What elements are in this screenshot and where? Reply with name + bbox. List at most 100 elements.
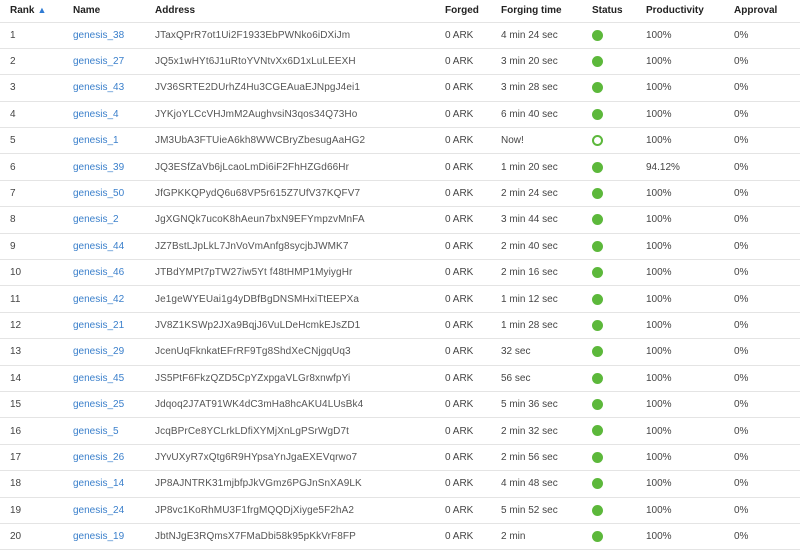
- delegate-name-link[interactable]: genesis_14: [73, 478, 124, 489]
- address-cell: JV8Z1KSWp2JXa9BqjJ6VuLDeHcmkEJsZD1: [155, 312, 445, 340]
- address-cell: JcqBPrCe8YCLrkLDfiXYMjXnLgPSrWgD7t: [155, 417, 445, 445]
- forging-time-cell: Now!: [501, 127, 592, 155]
- status-cell: [592, 497, 646, 524]
- productivity-cell: 100%: [646, 365, 734, 392]
- rank-cell: 7: [0, 180, 73, 208]
- status-waiting-icon: [592, 135, 603, 147]
- delegate-name-link[interactable]: genesis_19: [73, 531, 124, 542]
- approval-column-header[interactable]: Approval: [734, 0, 800, 23]
- name-cell: genesis_50: [73, 180, 155, 208]
- forged-cell: 0 ARK: [445, 74, 501, 102]
- rank-header-label: Rank: [10, 5, 35, 17]
- approval-cell: 0%: [734, 417, 800, 445]
- status-forging-icon: [592, 240, 603, 252]
- delegate-name-link[interactable]: genesis_29: [73, 346, 124, 357]
- delegate-name-link[interactable]: genesis_2: [73, 214, 119, 225]
- delegate-name-link[interactable]: genesis_5: [73, 426, 119, 437]
- status-cell: [592, 233, 646, 261]
- delegate-address: JS5PtF6FkzQZD5CpYZxpgaVLGr8xnwfpYi: [155, 372, 351, 384]
- forging-time-cell: 2 min 56 sec: [501, 444, 592, 472]
- table-row: 2 genesis_27 JQ5x1wHYt6J1uRtoYVNtvXx6D1x…: [0, 48, 800, 76]
- delegate-name-link[interactable]: genesis_44: [73, 241, 124, 252]
- address-cell: JgXGNQk7ucoK8hAeun7bxN9EFYmpzvMnFA: [155, 206, 445, 234]
- forging-time-cell: 2 min 32 sec: [501, 417, 592, 445]
- delegate-name-link[interactable]: genesis_42: [73, 294, 124, 305]
- delegate-address: JcenUqFknkatEFrRF9Tg8ShdXeCNjgqUq3: [155, 346, 351, 358]
- rank-cell: 4: [0, 101, 73, 129]
- status-forging-icon: [592, 451, 603, 463]
- status-cell: [592, 391, 646, 419]
- delegate-name-link[interactable]: genesis_4: [73, 109, 119, 120]
- productivity-cell: 100%: [646, 101, 734, 129]
- rank-column-header[interactable]: Rank ▲: [0, 0, 73, 23]
- forged-cell: 0 ARK: [445, 417, 501, 445]
- delegate-address: JYvUXyR7xQtg6R9HYpsaYnJgaEXEVqrwo7: [155, 451, 358, 463]
- delegate-name-link[interactable]: genesis_25: [73, 399, 124, 410]
- name-cell: genesis_2: [73, 206, 155, 234]
- approval-cell: 0%: [734, 127, 800, 155]
- approval-cell: 0%: [734, 22, 800, 49]
- delegate-address: JV8Z1KSWp2JXa9BqjJ6VuLDeHcmkEJsZD1: [155, 319, 361, 331]
- delegate-name-link[interactable]: genesis_45: [73, 373, 124, 384]
- forged-column-header[interactable]: Forged: [445, 0, 501, 23]
- address-column-header[interactable]: Address: [155, 0, 445, 23]
- rank-cell: 16: [0, 417, 73, 445]
- status-forging-icon: [592, 293, 603, 305]
- header-row: Rank ▲ Name Address Forged Forging time S…: [0, 0, 800, 23]
- delegate-name-link[interactable]: genesis_1: [73, 135, 119, 146]
- status-cell: [592, 22, 646, 49]
- rank-cell: 11: [0, 285, 73, 313]
- approval-cell: 0%: [734, 338, 800, 366]
- delegate-address: Je1geWYEUai1g4yDBfBgDNSMHxiTtEEPXa: [155, 293, 360, 305]
- delegate-name-link[interactable]: genesis_24: [73, 505, 124, 516]
- status-header-label: Status: [592, 5, 623, 17]
- forging-time-header-label: Forging time: [501, 5, 562, 17]
- delegate-name-link[interactable]: genesis_26: [73, 452, 124, 463]
- table-row: 18 genesis_14 JP8AJNTRK31mjbfpJkVGmz6PGJ…: [0, 470, 800, 498]
- productivity-header-label: Productivity: [646, 5, 704, 17]
- delegate-name-link[interactable]: genesis_21: [73, 320, 124, 331]
- name-cell: genesis_14: [73, 470, 155, 498]
- delegate-name-link[interactable]: genesis_39: [73, 162, 124, 173]
- delegate-address: JV36SRTE2DUrhZ4Hu3CGEAuaEJNpgJ4ei1: [155, 82, 360, 94]
- status-cell: [592, 285, 646, 313]
- table-row: 13 genesis_29 JcenUqFknkatEFrRF9Tg8ShdXe…: [0, 338, 800, 366]
- forged-cell: 0 ARK: [445, 523, 501, 551]
- approval-cell: 0%: [734, 259, 800, 287]
- name-cell: genesis_21: [73, 312, 155, 340]
- productivity-cell: 100%: [646, 312, 734, 340]
- forging-time-cell: 6 min 40 sec: [501, 101, 592, 129]
- delegate-name-link[interactable]: genesis_46: [73, 267, 124, 278]
- address-cell: JYvUXyR7xQtg6R9HYpsaYnJgaEXEVqrwo7: [155, 444, 445, 472]
- name-cell: genesis_42: [73, 285, 155, 313]
- name-cell: genesis_27: [73, 48, 155, 76]
- delegate-name-link[interactable]: genesis_27: [73, 56, 124, 67]
- status-forging-icon: [592, 56, 603, 68]
- delegate-name-link[interactable]: genesis_43: [73, 82, 124, 93]
- productivity-cell: 100%: [646, 206, 734, 234]
- table-row: 16 genesis_5 JcqBPrCe8YCLrkLDfiXYMjXnLgP…: [0, 417, 800, 445]
- table-row: 9 genesis_44 JZ7BstLJpLkL7JnVoVmAnfg8syc…: [0, 233, 800, 261]
- status-column-header[interactable]: Status: [592, 0, 646, 23]
- productivity-cell: 100%: [646, 180, 734, 208]
- forging-time-column-header[interactable]: Forging time: [501, 0, 592, 23]
- productivity-cell: 100%: [646, 444, 734, 472]
- forged-cell: 0 ARK: [445, 365, 501, 392]
- delegate-name-link[interactable]: genesis_50: [73, 188, 124, 199]
- name-column-header[interactable]: Name: [73, 0, 155, 23]
- rank-cell: 12: [0, 312, 73, 340]
- productivity-column-header[interactable]: Productivity: [646, 0, 734, 23]
- name-cell: genesis_46: [73, 259, 155, 287]
- forging-time-cell: 5 min 52 sec: [501, 497, 592, 524]
- rank-cell: 18: [0, 470, 73, 498]
- delegate-address: JQ5x1wHYt6J1uRtoYVNtvXx6D1xLuLEEXH: [155, 56, 356, 68]
- forged-cell: 0 ARK: [445, 338, 501, 366]
- rank-cell: 14: [0, 365, 73, 392]
- rank-cell: 15: [0, 391, 73, 419]
- forged-cell: 0 ARK: [445, 497, 501, 524]
- address-header-label: Address: [155, 5, 196, 17]
- status-cell: [592, 74, 646, 102]
- forging-time-cell: 2 min 24 sec: [501, 180, 592, 208]
- delegate-name-link[interactable]: genesis_38: [73, 30, 124, 41]
- productivity-cell: 100%: [646, 497, 734, 524]
